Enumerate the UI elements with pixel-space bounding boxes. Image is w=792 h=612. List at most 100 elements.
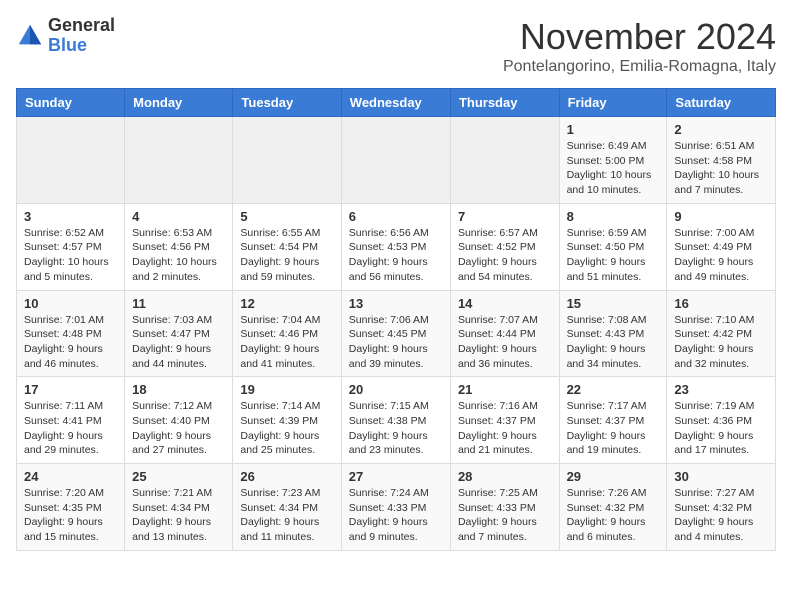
day-info: Sunrise: 7:23 AM Sunset: 4:34 PM Dayligh…: [240, 486, 333, 545]
day-number: 27: [349, 469, 443, 484]
day-of-week-header: Monday: [125, 89, 233, 117]
calendar-cell: [233, 117, 341, 204]
day-number: 17: [24, 382, 117, 397]
day-info: Sunrise: 7:10 AM Sunset: 4:42 PM Dayligh…: [674, 313, 768, 372]
calendar-cell: 25 Sunrise: 7:21 AM Sunset: 4:34 PM Dayli…: [125, 464, 233, 551]
day-info: Sunrise: 7:16 AM Sunset: 4:37 PM Dayligh…: [458, 399, 552, 458]
day-number: 16: [674, 296, 768, 311]
logo-text: General Blue: [48, 16, 115, 56]
day-info: Sunrise: 7:21 AM Sunset: 4:34 PM Dayligh…: [132, 486, 225, 545]
calendar-cell: 7 Sunrise: 6:57 AM Sunset: 4:52 PM Daylig…: [450, 203, 559, 290]
day-number: 10: [24, 296, 117, 311]
calendar-cell: 4 Sunrise: 6:53 AM Sunset: 4:56 PM Daylig…: [125, 203, 233, 290]
day-info: Sunrise: 7:15 AM Sunset: 4:38 PM Dayligh…: [349, 399, 443, 458]
calendar-cell: 21 Sunrise: 7:16 AM Sunset: 4:37 PM Dayli…: [450, 377, 559, 464]
calendar-cell: 19 Sunrise: 7:14 AM Sunset: 4:39 PM Dayli…: [233, 377, 341, 464]
calendar-cell: 5 Sunrise: 6:55 AM Sunset: 4:54 PM Daylig…: [233, 203, 341, 290]
calendar-cell: [17, 117, 125, 204]
calendar: SundayMondayTuesdayWednesdayThursdayFrid…: [16, 88, 776, 551]
month-title: November 2024: [503, 16, 776, 58]
calendar-cell: 28 Sunrise: 7:25 AM Sunset: 4:33 PM Dayli…: [450, 464, 559, 551]
day-number: 8: [567, 209, 660, 224]
calendar-cell: 13Sunrise: 7:06 AM Sunset: 4:45 PM Dayli…: [341, 290, 450, 377]
day-info: Sunrise: 7:06 AM Sunset: 4:45 PM Dayligh…: [349, 313, 443, 372]
day-number: 2: [674, 122, 768, 137]
calendar-cell: 16 Sunrise: 7:10 AM Sunset: 4:42 PM Dayli…: [667, 290, 776, 377]
calendar-cell: 1 Sunrise: 6:49 AM Sunset: 5:00 PM Daylig…: [559, 117, 667, 204]
day-info: Sunrise: 7:27 AM Sunset: 4:32 PM Dayligh…: [674, 486, 768, 545]
day-number: 3: [24, 209, 117, 224]
calendar-cell: 26 Sunrise: 7:23 AM Sunset: 4:34 PM Dayli…: [233, 464, 341, 551]
day-number: 26: [240, 469, 333, 484]
calendar-cell: 11 Sunrise: 7:03 AM Sunset: 4:47 PM Dayli…: [125, 290, 233, 377]
calendar-cell: 18Sunrise: 7:12 AM Sunset: 4:40 PM Dayli…: [125, 377, 233, 464]
day-number: 7: [458, 209, 552, 224]
day-info: Sunrise: 7:04 AM Sunset: 4:46 PM Dayligh…: [240, 313, 333, 372]
day-info: Sunrise: 7:03 AM Sunset: 4:47 PM Dayligh…: [132, 313, 225, 372]
calendar-cell: [450, 117, 559, 204]
day-info: Sunrise: 7:17 AM Sunset: 4:37 PM Dayligh…: [567, 399, 660, 458]
day-info: Sunrise: 7:01 AM Sunset: 4:48 PM Dayligh…: [24, 313, 117, 372]
day-of-week-header: Friday: [559, 89, 667, 117]
calendar-cell: 14 Sunrise: 7:07 AM Sunset: 4:44 PM Dayli…: [450, 290, 559, 377]
day-info: Sunrise: 7:25 AM Sunset: 4:33 PM Dayligh…: [458, 486, 552, 545]
day-info: Sunrise: 7:07 AM Sunset: 4:44 PM Dayligh…: [458, 313, 552, 372]
calendar-cell: 17 Sunrise: 7:11 AM Sunset: 4:41 PM Dayli…: [17, 377, 125, 464]
day-number: 11: [132, 296, 225, 311]
day-number: 6: [349, 209, 443, 224]
day-of-week-header: Sunday: [17, 89, 125, 117]
calendar-cell: 23 Sunrise: 7:19 AM Sunset: 4:36 PM Dayli…: [667, 377, 776, 464]
day-of-week-header: Thursday: [450, 89, 559, 117]
day-number: 28: [458, 469, 552, 484]
calendar-cell: 20 Sunrise: 7:15 AM Sunset: 4:38 PM Dayli…: [341, 377, 450, 464]
day-info: Sunrise: 6:55 AM Sunset: 4:54 PM Dayligh…: [240, 226, 333, 285]
calendar-cell: [341, 117, 450, 204]
day-of-week-header: Wednesday: [341, 89, 450, 117]
day-of-week-header: Tuesday: [233, 89, 341, 117]
day-info: Sunrise: 7:24 AM Sunset: 4:33 PM Dayligh…: [349, 486, 443, 545]
day-number: 5: [240, 209, 333, 224]
day-info: Sunrise: 7:19 AM Sunset: 4:36 PM Dayligh…: [674, 399, 768, 458]
calendar-cell: 24Sunrise: 7:20 AM Sunset: 4:35 PM Dayli…: [17, 464, 125, 551]
day-info: Sunrise: 6:59 AM Sunset: 4:50 PM Dayligh…: [567, 226, 660, 285]
logo-icon: [16, 22, 44, 50]
day-number: 25: [132, 469, 225, 484]
day-number: 23: [674, 382, 768, 397]
day-info: Sunrise: 6:51 AM Sunset: 4:58 PM Dayligh…: [674, 139, 768, 198]
location: Pontelangorino, Emilia-Romagna, Italy: [503, 58, 776, 76]
logo: General Blue: [16, 16, 115, 56]
day-number: 14: [458, 296, 552, 311]
calendar-cell: 10 Sunrise: 7:01 AM Sunset: 4:48 PM Dayli…: [17, 290, 125, 377]
title-area: November 2024 Pontelangorino, Emilia-Rom…: [503, 16, 776, 76]
calendar-cell: 27 Sunrise: 7:24 AM Sunset: 4:33 PM Dayli…: [341, 464, 450, 551]
day-of-week-header: Saturday: [667, 89, 776, 117]
day-info: Sunrise: 7:20 AM Sunset: 4:35 PM Dayligh…: [24, 486, 117, 545]
day-info: Sunrise: 7:00 AM Sunset: 4:49 PM Dayligh…: [674, 226, 768, 285]
day-info: Sunrise: 7:11 AM Sunset: 4:41 PM Dayligh…: [24, 399, 117, 458]
calendar-cell: 8 Sunrise: 6:59 AM Sunset: 4:50 PM Daylig…: [559, 203, 667, 290]
header: General Blue November 2024 Pontelangorin…: [16, 16, 776, 76]
calendar-cell: [125, 117, 233, 204]
day-info: Sunrise: 7:26 AM Sunset: 4:32 PM Dayligh…: [567, 486, 660, 545]
calendar-cell: 22Sunrise: 7:17 AM Sunset: 4:37 PM Dayli…: [559, 377, 667, 464]
day-number: 21: [458, 382, 552, 397]
day-number: 1: [567, 122, 660, 137]
day-number: 9: [674, 209, 768, 224]
calendar-cell: 3Sunrise: 6:52 AM Sunset: 4:57 PM Daylig…: [17, 203, 125, 290]
day-number: 12: [240, 296, 333, 311]
day-info: Sunrise: 6:53 AM Sunset: 4:56 PM Dayligh…: [132, 226, 225, 285]
day-number: 15: [567, 296, 660, 311]
day-info: Sunrise: 6:56 AM Sunset: 4:53 PM Dayligh…: [349, 226, 443, 285]
day-number: 20: [349, 382, 443, 397]
calendar-cell: 30Sunrise: 7:27 AM Sunset: 4:32 PM Dayli…: [667, 464, 776, 551]
day-info: Sunrise: 6:49 AM Sunset: 5:00 PM Dayligh…: [567, 139, 660, 198]
logo-blue-text: Blue: [48, 36, 115, 56]
day-number: 19: [240, 382, 333, 397]
day-number: 4: [132, 209, 225, 224]
day-number: 29: [567, 469, 660, 484]
day-info: Sunrise: 7:08 AM Sunset: 4:43 PM Dayligh…: [567, 313, 660, 372]
calendar-cell: 9 Sunrise: 7:00 AM Sunset: 4:49 PM Daylig…: [667, 203, 776, 290]
day-info: Sunrise: 7:14 AM Sunset: 4:39 PM Dayligh…: [240, 399, 333, 458]
calendar-cell: 12 Sunrise: 7:04 AM Sunset: 4:46 PM Dayli…: [233, 290, 341, 377]
day-info: Sunrise: 6:57 AM Sunset: 4:52 PM Dayligh…: [458, 226, 552, 285]
